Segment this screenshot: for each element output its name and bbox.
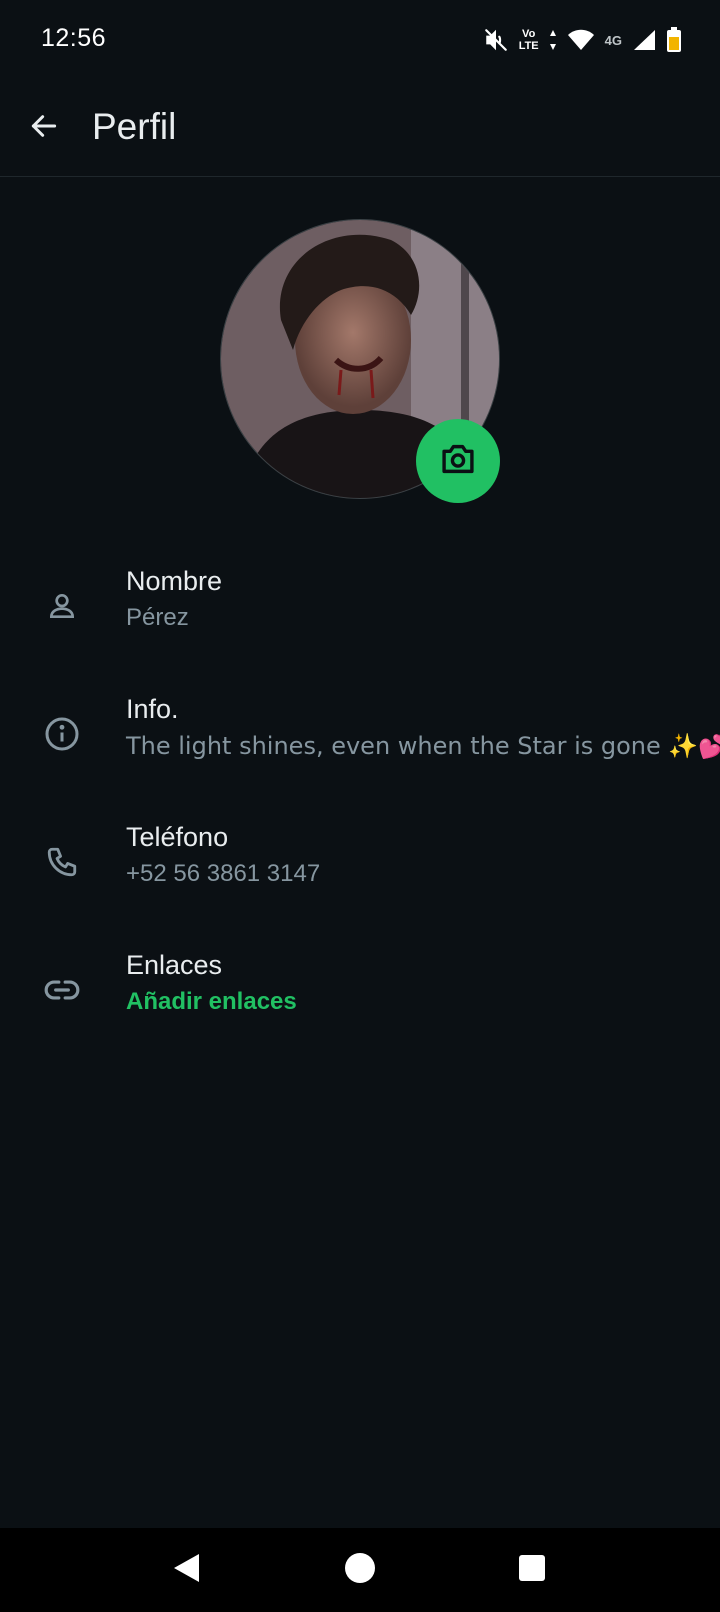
about-row[interactable]: Info. The light shines, even when the St…	[0, 686, 720, 796]
mute-icon	[483, 27, 509, 53]
camera-icon	[439, 442, 477, 481]
arrow-left-icon	[28, 110, 60, 147]
wifi-icon	[567, 29, 595, 51]
phone-label: Teléfono	[126, 822, 229, 852]
network-type-label: 4G	[604, 32, 622, 48]
back-button[interactable]	[22, 106, 66, 150]
nav-home-icon	[344, 1552, 376, 1589]
data-arrows-icon	[549, 29, 557, 51]
status-time: 12:56	[41, 24, 107, 52]
links-label: Enlaces	[126, 950, 223, 980]
phone-row[interactable]: Teléfono +52 56 3861 3147	[0, 814, 720, 924]
page-title: Perfil	[92, 106, 177, 147]
volte-bottom-label: LTE	[518, 40, 539, 52]
nav-recents-icon	[518, 1554, 546, 1587]
add-links-link[interactable]: Añadir enlaces	[126, 988, 297, 1016]
signal-icon	[632, 29, 656, 51]
phone-icon	[42, 842, 82, 882]
info-icon	[42, 714, 82, 754]
app-bar: Perfil	[0, 82, 720, 177]
links-row[interactable]: Enlaces Añadir enlaces	[0, 942, 720, 1052]
name-label: Nombre	[126, 566, 223, 596]
battery-icon	[666, 27, 682, 53]
nav-back-button[interactable]	[164, 1548, 208, 1592]
profile-screen: 12:56 Vo LTE 4G Perfil Nombre Pérez Info…	[0, 0, 720, 1612]
name-row[interactable]: Nombre Pérez	[0, 558, 720, 668]
about-label: Info.	[126, 694, 179, 724]
person-icon	[42, 586, 82, 626]
link-icon	[42, 970, 82, 1010]
phone-value: +52 56 3861 3147	[126, 860, 321, 887]
nav-back-icon	[171, 1552, 201, 1589]
status-icons: Vo LTE 4G	[483, 24, 682, 56]
status-bar: 12:56 Vo LTE 4G	[0, 0, 720, 82]
name-value: Pérez	[126, 604, 189, 631]
volte-icon: Vo LTE	[519, 28, 539, 52]
volte-top-label: Vo	[522, 28, 536, 40]
nav-recents-button[interactable]	[510, 1548, 554, 1592]
avatar-container	[220, 219, 500, 503]
nav-home-button[interactable]	[338, 1548, 382, 1592]
about-value: The light shines, even when the Star is …	[126, 732, 720, 760]
system-nav-bar	[0, 1528, 720, 1612]
change-photo-button[interactable]	[416, 419, 500, 503]
